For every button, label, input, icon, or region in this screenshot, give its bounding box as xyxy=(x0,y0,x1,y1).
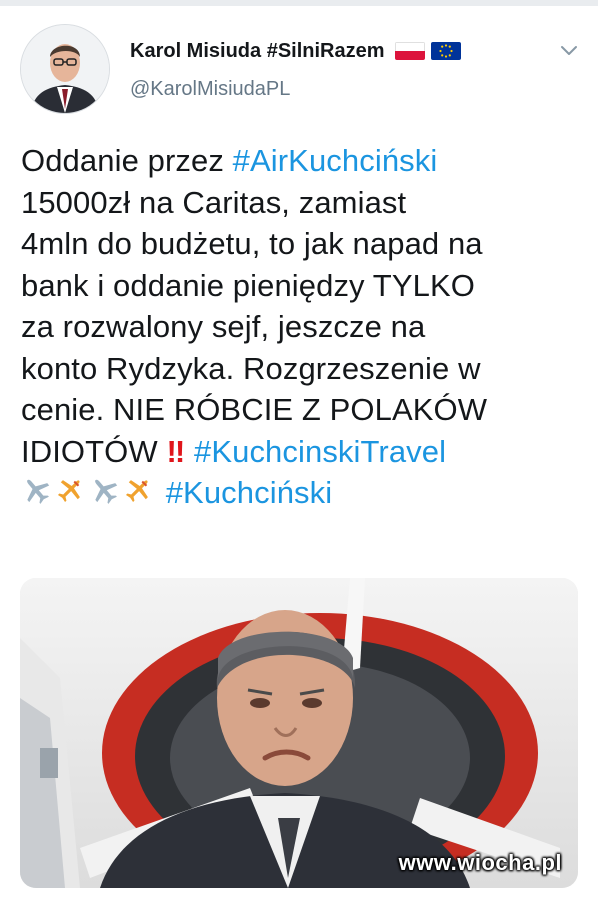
tweet-text: Oddanie przez #AirKuchciński 15000zł na C… xyxy=(21,140,581,516)
airplane-icon xyxy=(89,474,119,516)
profile-photo xyxy=(21,25,109,113)
small-airplane-icon xyxy=(123,474,153,516)
tweet-text-segment: za rozwalony sejf, jeszcze na xyxy=(21,309,426,344)
double-exclamation-icon: ‼ xyxy=(166,433,186,469)
tweet-text-segment: IDIOTÓW xyxy=(21,433,167,469)
author-handle[interactable]: @KarolMisiudaPL xyxy=(130,78,550,101)
tweet-text-segment: konto Rydzyka. Rozgrzeszenie w xyxy=(21,350,481,386)
tweet-text-segment: 15000zł na Caritas, zamiast xyxy=(21,184,407,220)
avatar[interactable] xyxy=(20,24,110,114)
small-airplane-icon xyxy=(55,474,85,516)
author-name[interactable]: Karol Misiuda #SilniRazem xyxy=(130,40,385,63)
tweet-line: za rozwalony sejf, jeszcze na xyxy=(21,306,581,348)
hashtag-link[interactable]: #Kuchciński xyxy=(166,475,333,510)
tweet-line: konto Rydzyka. Rozgrzeszenie w xyxy=(21,348,581,390)
tweet-line: Oddanie przez #AirKuchciński xyxy=(21,140,581,182)
tweet-header: Karol Misiuda #SilniRazem @KarolMisiudaP… xyxy=(130,38,550,101)
tweet-text-segment: cenie. NIE RÓBCIE Z POLAKÓW xyxy=(21,392,488,427)
tweet-text-segment: 4mln do budżetu, to jak napad na xyxy=(21,226,483,261)
tweet-line: cenie. NIE RÓBCIE Z POLAKÓW xyxy=(21,389,581,431)
tweet-line: IDIOTÓW ‼ #KuchcinskiTravel xyxy=(21,431,581,473)
tweet-media-image[interactable]: www.wiocha.pl xyxy=(20,578,578,888)
name-row: Karol Misiuda #SilniRazem xyxy=(130,38,550,64)
tweet-line: #Kuchciński xyxy=(21,472,581,516)
chevron-down-icon[interactable] xyxy=(557,38,581,62)
tweet-line: 4mln do budżetu, to jak napad na xyxy=(21,223,581,265)
tweet-text-segment: bank i oddanie pieniędzy TYLKO xyxy=(21,267,475,303)
top-divider xyxy=(0,0,598,6)
poland-flag-icon xyxy=(394,42,425,60)
tweet-text-segment xyxy=(157,475,166,510)
tweet-line: 15000zł na Caritas, zamiast xyxy=(21,182,581,224)
hashtag-link[interactable]: #AirKuchciński xyxy=(233,143,438,178)
tweet-text-segment xyxy=(185,434,194,469)
airplane-icon xyxy=(21,474,51,516)
watermark: www.wiocha.pl xyxy=(398,850,562,875)
hashtag-link[interactable]: #KuchcinskiTravel xyxy=(194,434,446,469)
eu-flag-icon xyxy=(430,42,461,60)
tweet-text-segment: Oddanie przez xyxy=(21,143,233,178)
tweet-line: bank i oddanie pieniędzy TYLKO xyxy=(21,265,581,307)
photo-man-in-plane-seat xyxy=(20,578,578,888)
